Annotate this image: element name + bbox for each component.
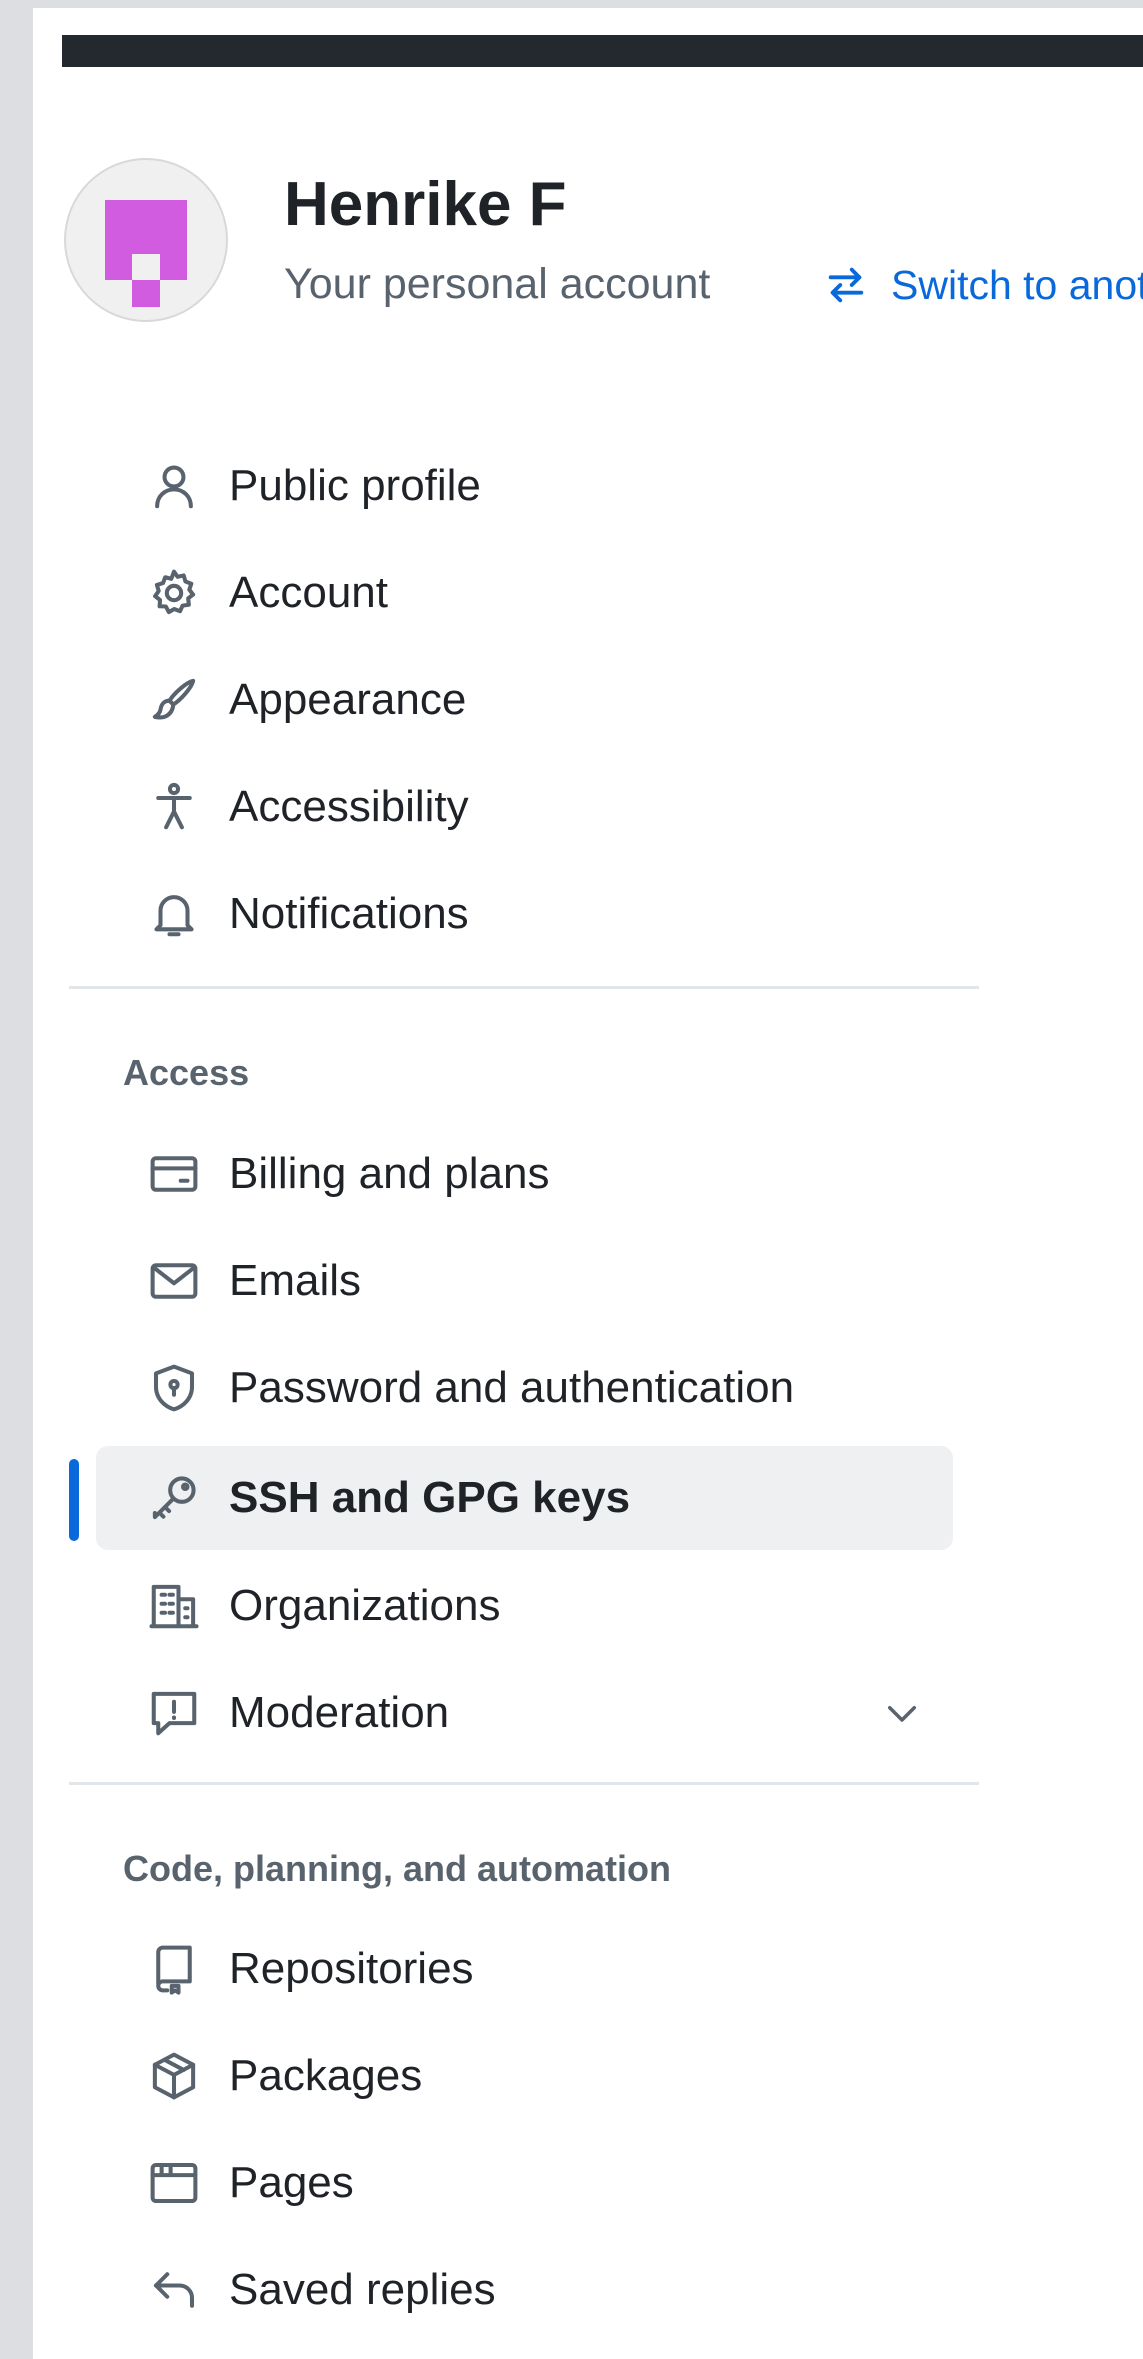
sidebar-item-label: Emails	[229, 1256, 362, 1305]
sidebar-item-label: Account	[229, 568, 388, 617]
sidebar-item-label: Public profile	[229, 461, 481, 510]
sidebar-item-label: Repositories	[229, 1944, 474, 1993]
sidebar-item-label: Packages	[229, 2051, 423, 2100]
active-indicator	[69, 1459, 79, 1541]
credit-card-icon	[147, 1147, 201, 1201]
settings-sidebar-page: Henrike F Your personal account Switch t…	[33, 8, 1143, 2359]
sidebar-item-packages[interactable]: Packages	[96, 2024, 953, 2128]
package-icon	[147, 2049, 201, 2103]
section-divider	[69, 1782, 979, 1785]
mail-icon	[147, 1254, 201, 1308]
account-name: Henrike F	[284, 170, 567, 239]
sidebar-item-label: Billing and plans	[229, 1149, 550, 1198]
sidebar-item-label: Accessibility	[229, 782, 469, 831]
sidebar-item-password-auth[interactable]: Password and authentication	[96, 1336, 953, 1440]
sidebar-item-label: Appearance	[229, 675, 467, 724]
sidebar-item-label: Moderation	[229, 1688, 450, 1737]
sidebar-item-organizations[interactable]: Organizations	[96, 1554, 953, 1658]
switch-account-label: Switch to another account	[891, 261, 1143, 308]
sidebar-item-notifications[interactable]: Notifications	[96, 862, 953, 966]
reply-icon	[147, 2263, 201, 2317]
sidebar-item-accessibility[interactable]: Accessibility	[96, 755, 953, 859]
sidebar-item-billing[interactable]: Billing and plans	[96, 1122, 953, 1226]
paintbrush-icon	[147, 673, 201, 727]
sidebar-item-moderation[interactable]: Moderation	[96, 1661, 953, 1765]
sidebar-item-label: Saved replies	[229, 2265, 496, 2314]
sidebar-item-label: Notifications	[229, 889, 469, 938]
sidebar-item-account[interactable]: Account	[96, 541, 953, 645]
repo-icon	[147, 1942, 201, 1996]
sidebar-item-label: SSH and GPG keys	[229, 1473, 631, 1522]
key-icon	[147, 1471, 201, 1525]
section-header-access: Access	[123, 1052, 250, 1093]
accessibility-icon	[147, 780, 201, 834]
sidebar-item-ssh-gpg-keys[interactable]: SSH and GPG keys	[96, 1446, 953, 1550]
sidebar-item-saved-replies[interactable]: Saved replies	[96, 2238, 953, 2342]
sidebar-item-label: Pages	[229, 2158, 354, 2207]
report-icon	[147, 1686, 201, 1740]
arrow-switch-icon	[828, 267, 864, 303]
chevron-down-icon[interactable]	[881, 1692, 923, 1734]
sidebar-item-emails[interactable]: Emails	[96, 1229, 953, 1333]
gear-icon	[147, 566, 201, 620]
switch-account-link[interactable]: Switch to another account	[823, 257, 1143, 313]
organization-icon	[147, 1579, 201, 1633]
sidebar-item-label: Password and authentication	[229, 1363, 795, 1412]
bell-icon	[147, 887, 201, 941]
sidebar-item-label: Organizations	[229, 1581, 501, 1630]
header-bar	[62, 35, 1143, 67]
section-divider	[69, 986, 979, 989]
section-header-code: Code, planning, and automation	[123, 1848, 671, 1889]
sidebar-item-public-profile[interactable]: Public profile	[96, 434, 953, 538]
shield-lock-icon	[147, 1361, 201, 1415]
person-icon	[147, 459, 201, 513]
sidebar-item-appearance[interactable]: Appearance	[96, 648, 953, 752]
sidebar-item-repositories[interactable]: Repositories	[96, 1917, 953, 2021]
account-subtitle: Your personal account	[284, 260, 711, 308]
browser-icon	[147, 2156, 201, 2210]
sidebar-item-pages[interactable]: Pages	[96, 2131, 953, 2235]
avatar[interactable]	[64, 158, 228, 322]
